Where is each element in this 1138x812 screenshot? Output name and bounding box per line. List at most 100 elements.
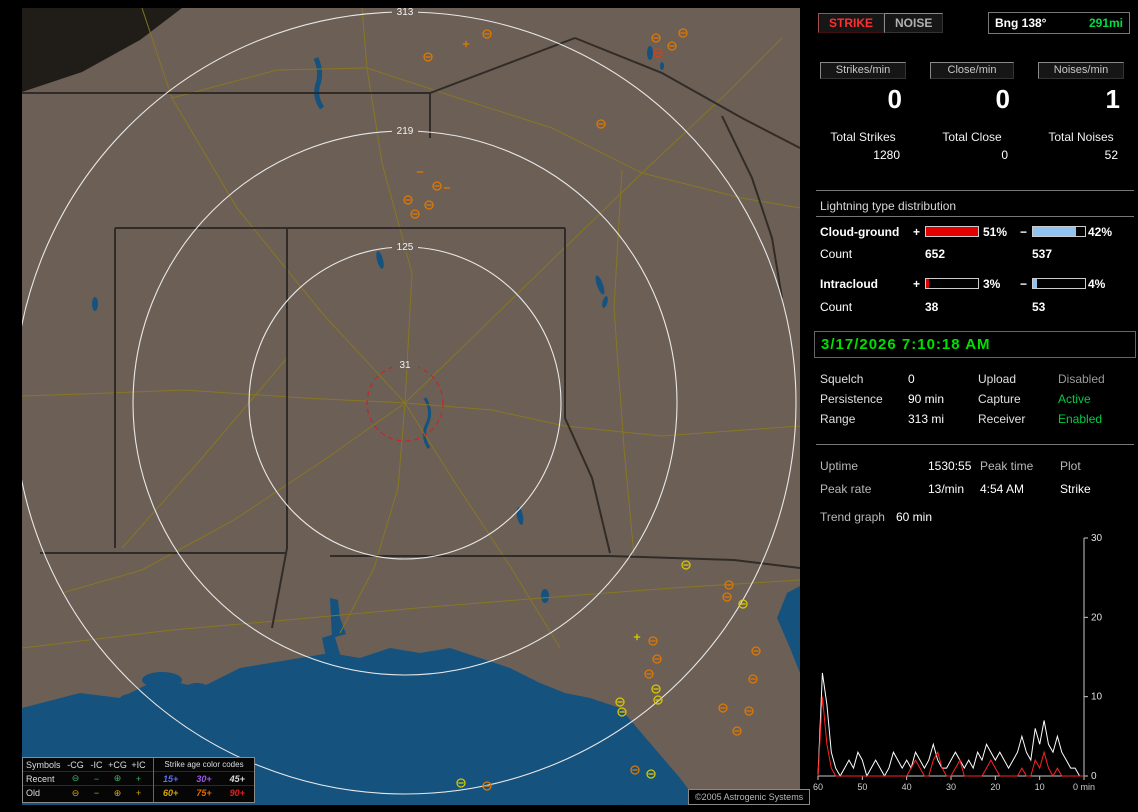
trend-x-tick: 20 bbox=[990, 782, 1000, 792]
intracloud-count-row: Count 38 53 bbox=[812, 300, 1138, 314]
trend-label-row: Trend graph 60 min bbox=[812, 510, 1138, 526]
range-ring-label: 125 bbox=[397, 242, 414, 253]
peak-rate-value: 13/min bbox=[928, 482, 964, 496]
cg-plus-bar bbox=[925, 226, 979, 237]
trend-graph: 30201006050403020100 min bbox=[812, 528, 1138, 808]
legend-col-pos-ic: +IC bbox=[128, 760, 149, 770]
total-strikes-label: Total Strikes bbox=[820, 130, 906, 144]
uptime-label: Uptime bbox=[820, 459, 858, 473]
map-legend: Symbols -CG -IC +CG +IC Recent ⊖ − ⊕ + O… bbox=[22, 757, 255, 803]
uptime-value: 1530:55 bbox=[928, 459, 971, 473]
age-45-label: 45+ bbox=[230, 774, 245, 784]
legend-col-pos-cg: +CG bbox=[107, 760, 128, 770]
old-pos-ic-icon: + bbox=[128, 788, 149, 798]
close-per-min-value: 0 bbox=[930, 84, 1010, 115]
recent-neg-ic-icon: − bbox=[86, 774, 107, 784]
legend-age-title: Strike age color codes bbox=[154, 760, 254, 769]
peak-time-label: Peak time bbox=[980, 459, 1033, 473]
strikes-per-min-value: 0 bbox=[820, 84, 902, 115]
plot-value: Strike bbox=[1060, 482, 1091, 496]
count-label: Count bbox=[820, 247, 852, 261]
age-15-label: 15+ bbox=[163, 774, 178, 784]
plus-sign: + bbox=[913, 277, 920, 291]
legend-symbols-header: Symbols bbox=[23, 760, 65, 770]
status-panel: STRIKE NOISE Bng 138° 291mi Strikes/min … bbox=[812, 0, 1138, 812]
intracloud-row: Intracloud + 3% − 4% bbox=[812, 277, 1138, 291]
distribution-title: Lightning type distribution bbox=[820, 199, 956, 213]
cg-plus-percent: 51% bbox=[983, 225, 1007, 239]
old-neg-cg-icon: ⊖ bbox=[65, 788, 86, 799]
bearing-display: Bng 138° 291mi bbox=[988, 12, 1130, 34]
separator bbox=[816, 444, 1134, 445]
trend-graph-label: Trend graph bbox=[820, 510, 885, 524]
range-ring-label: 31 bbox=[399, 360, 411, 371]
settings-row: Range 313 mi Receiver Enabled bbox=[812, 412, 1138, 428]
peak-time-value: 4:54 AM bbox=[980, 482, 1024, 496]
legend-old-label: Old bbox=[23, 788, 65, 798]
trend-x-tick: 40 bbox=[902, 782, 912, 792]
squelch-label: Squelch bbox=[820, 372, 863, 386]
stats-row: Uptime 1530:55 Peak time Plot bbox=[812, 459, 1138, 475]
recent-pos-cg-icon: ⊕ bbox=[107, 773, 128, 784]
receiver-status: Enabled bbox=[1058, 412, 1102, 426]
trend-series-strikes bbox=[818, 673, 1084, 776]
plus-sign: + bbox=[913, 225, 920, 239]
legend-col-neg-ic: -IC bbox=[86, 760, 107, 770]
strike-button[interactable]: STRIKE bbox=[818, 13, 884, 33]
total-noises-label: Total Noises bbox=[1038, 130, 1124, 144]
copyright-notice: ©2005 Astrogenic Systems bbox=[688, 789, 810, 805]
total-close-value: 0 bbox=[930, 148, 1008, 162]
peak-rate-label: Peak rate bbox=[820, 482, 871, 496]
ic-plus-count: 38 bbox=[925, 300, 938, 314]
total-close-label: Total Close bbox=[930, 130, 1014, 144]
upload-label: Upload bbox=[978, 372, 1016, 386]
intracloud-label: Intracloud bbox=[820, 277, 878, 291]
settings-row: Squelch 0 Upload Disabled bbox=[812, 372, 1138, 388]
range-label: Range bbox=[820, 412, 855, 426]
age-30-label: 30+ bbox=[196, 774, 211, 784]
recent-pos-ic-icon: + bbox=[128, 774, 149, 784]
age-60-label: 60+ bbox=[163, 788, 178, 798]
datetime-display: 3/17/2026 7:10:18 AM bbox=[814, 331, 1136, 358]
cg-minus-percent: 42% bbox=[1088, 225, 1112, 239]
legend-recent-label: Recent bbox=[23, 774, 65, 784]
trend-y-tick: 0 bbox=[1091, 771, 1097, 782]
minus-sign: − bbox=[1020, 225, 1027, 239]
close-per-min-box[interactable]: Close/min bbox=[930, 62, 1014, 79]
separator bbox=[816, 190, 1134, 191]
trend-series-noises bbox=[818, 697, 1084, 776]
age-75-label: 75+ bbox=[196, 788, 211, 798]
range-ring-label: 219 bbox=[397, 126, 414, 137]
total-strikes-value: 1280 bbox=[820, 148, 900, 162]
strikes-per-min-box[interactable]: Strikes/min bbox=[820, 62, 906, 79]
noises-per-min-box[interactable]: Noises/min bbox=[1038, 62, 1124, 79]
trend-y-tick: 10 bbox=[1091, 692, 1103, 703]
capture-status: Active bbox=[1058, 392, 1091, 406]
trend-x-tick: 0 min bbox=[1073, 782, 1095, 792]
ic-minus-bar bbox=[1032, 278, 1086, 289]
upload-status: Disabled bbox=[1058, 372, 1105, 386]
map-svg[interactable]: 313 219 125 31 bbox=[22, 8, 800, 805]
old-neg-ic-icon: − bbox=[86, 788, 107, 798]
datetime-value: 3/17/2026 7:10:18 AM bbox=[821, 336, 1135, 353]
old-pos-cg-icon: ⊕ bbox=[107, 788, 128, 799]
plot-label: Plot bbox=[1060, 459, 1081, 473]
range-value: 313 mi bbox=[908, 412, 944, 426]
ic-minus-percent: 4% bbox=[1088, 277, 1105, 291]
cg-minus-count: 537 bbox=[1032, 247, 1052, 261]
trend-x-tick: 30 bbox=[946, 782, 956, 792]
receiver-label: Receiver bbox=[978, 412, 1025, 426]
lightning-map[interactable]: 313 219 125 31 Symbols -CG -IC +CG +IC Rece… bbox=[22, 8, 800, 805]
ic-plus-bar bbox=[925, 278, 979, 289]
recent-neg-cg-icon: ⊖ bbox=[65, 773, 86, 784]
cloud-ground-count-row: Count 652 537 bbox=[812, 247, 1138, 261]
persistence-label: Persistence bbox=[820, 392, 883, 406]
separator bbox=[816, 216, 1134, 217]
legend-col-neg-cg: -CG bbox=[65, 760, 86, 770]
noise-button[interactable]: NOISE bbox=[884, 13, 943, 33]
squelch-value: 0 bbox=[908, 372, 915, 386]
trend-x-tick: 50 bbox=[857, 782, 867, 792]
stats-row: Peak rate 13/min 4:54 AM Strike bbox=[812, 482, 1138, 498]
range-ring-label: 313 bbox=[397, 8, 414, 18]
cg-plus-count: 652 bbox=[925, 247, 945, 261]
